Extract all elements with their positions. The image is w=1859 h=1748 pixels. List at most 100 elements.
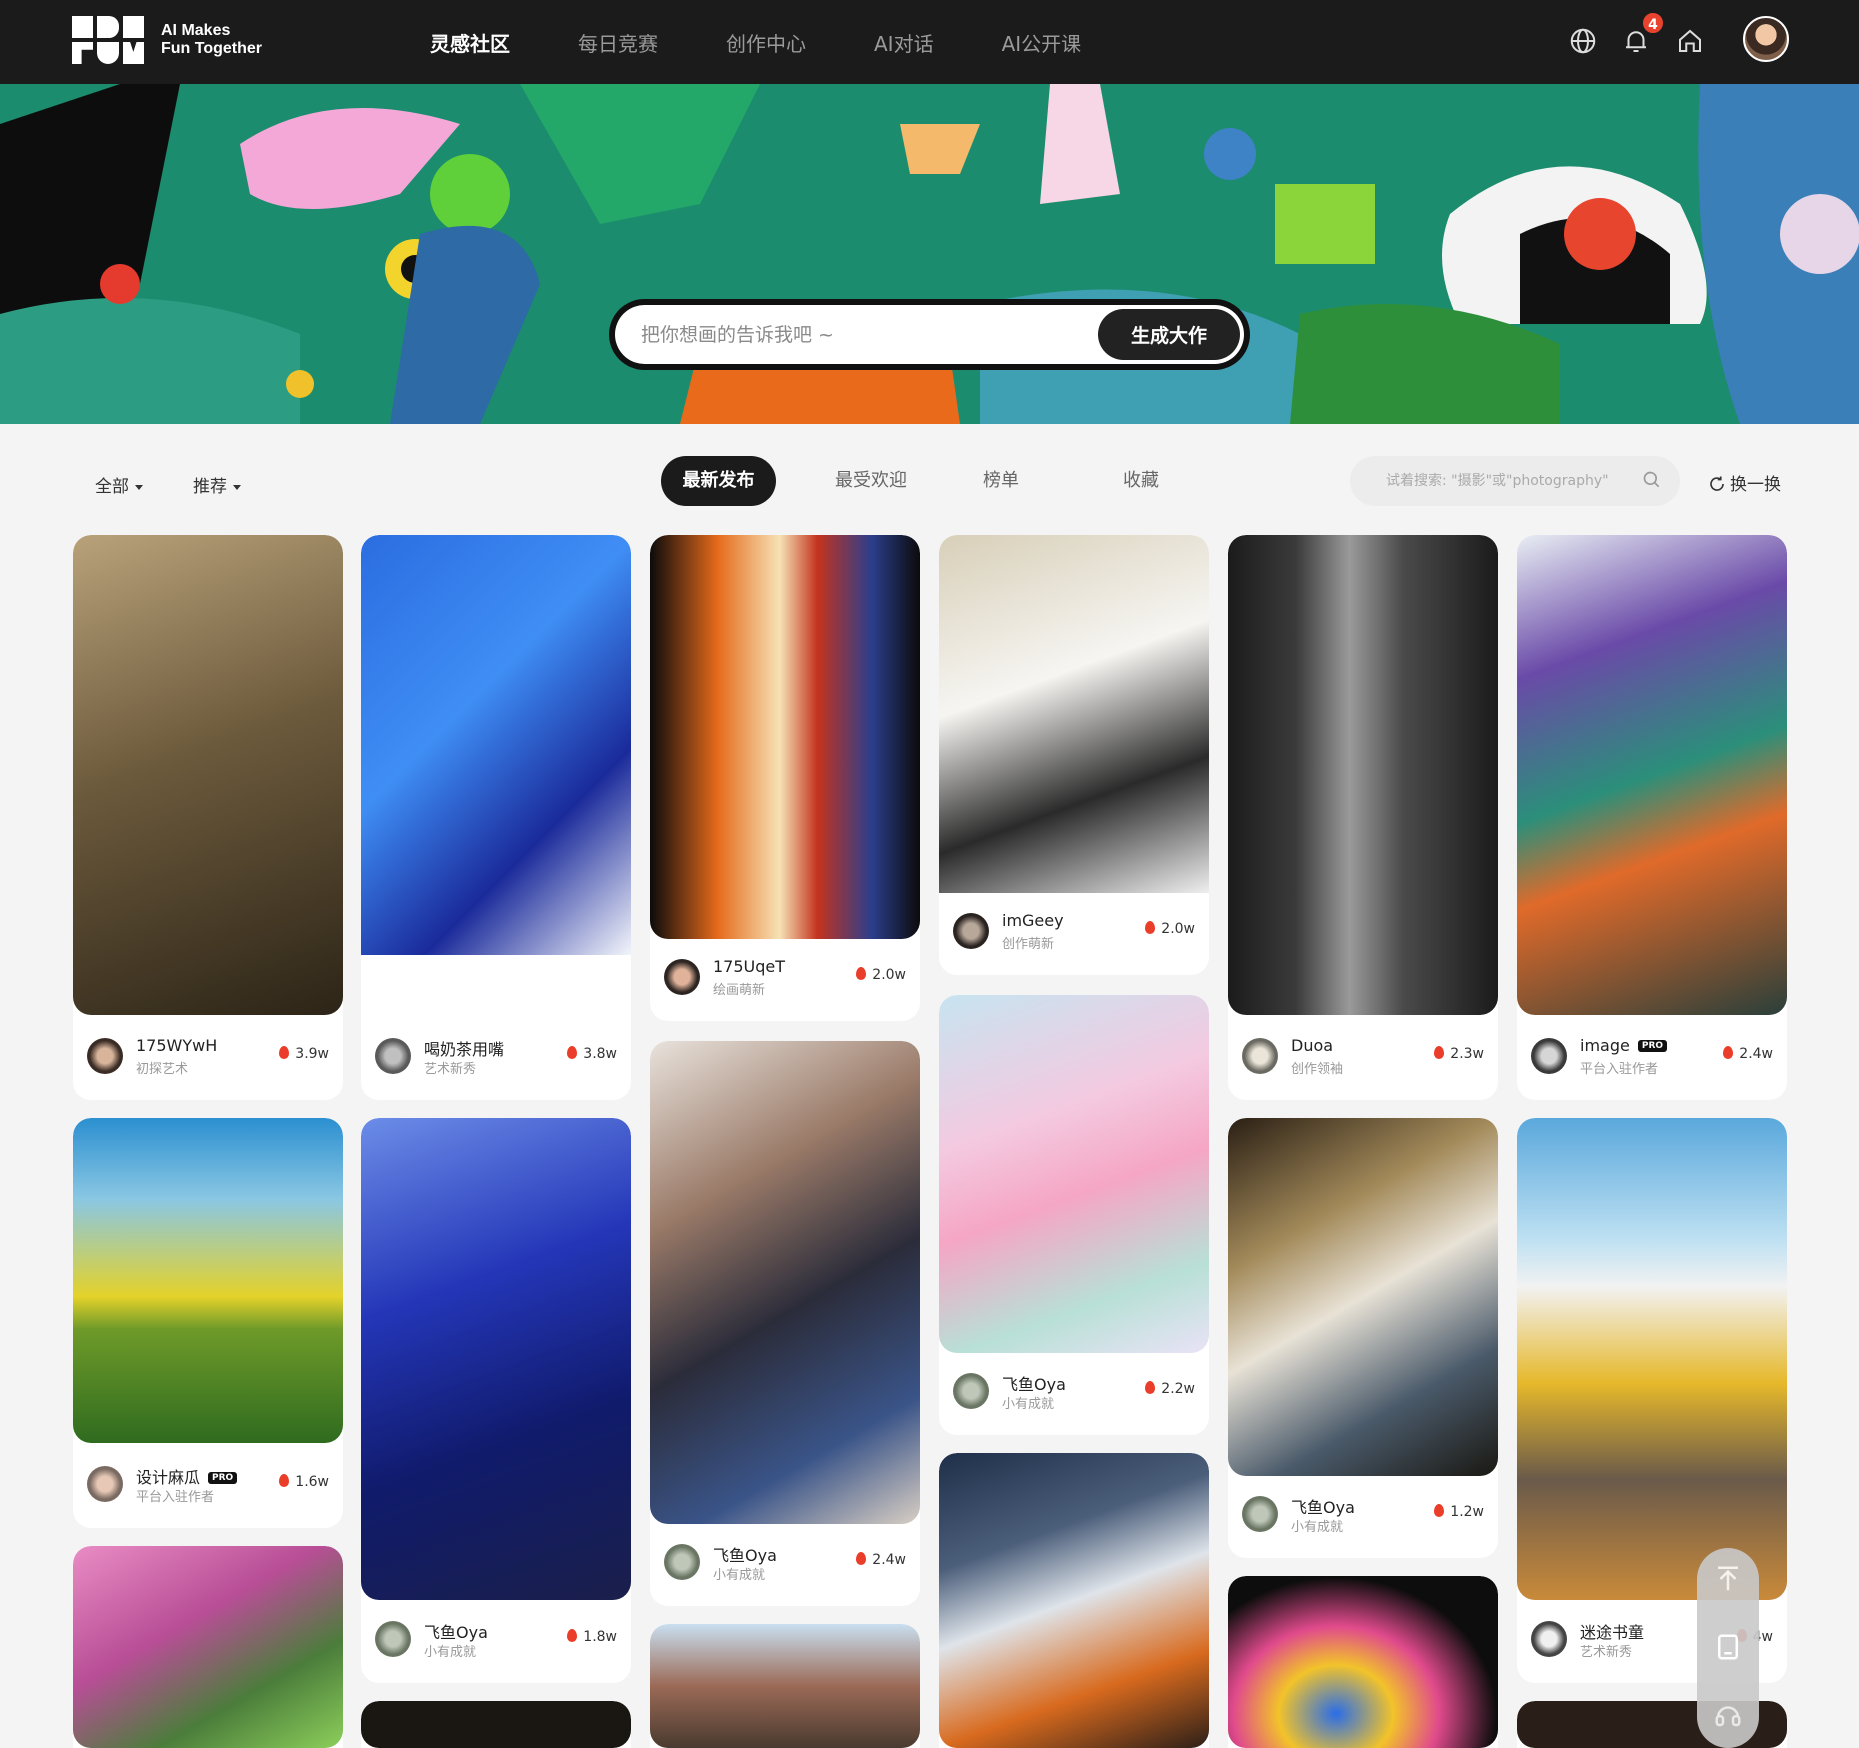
author-name[interactable]: Duoa [1291,1036,1333,1055]
artwork-card[interactable]: 喝奶茶用嘴 艺术新秀 3.8w [361,535,631,1100]
category-dropdown[interactable]: 全部 [95,472,143,497]
prompt-input[interactable] [641,315,1081,355]
refresh-button[interactable]: 换一换 [1708,470,1781,495]
heat-count: 2.4w [1723,1046,1773,1062]
author-name[interactable]: 飞鱼Oya [713,1542,777,1566]
author-avatar[interactable] [87,1466,123,1502]
nav-daily-contest[interactable]: 每日竞赛 [578,28,658,57]
support-headset-icon[interactable] [1713,1700,1743,1730]
author-name[interactable]: 设计麻瓜 PRO [136,1464,238,1488]
back-to-top-icon[interactable] [1713,1564,1743,1594]
heat-count: 1.2w [1434,1504,1484,1520]
artwork-image[interactable] [1228,1576,1498,1748]
logo-mark[interactable] [72,16,144,64]
heat-count: 3.8w [567,1046,617,1062]
artwork-image[interactable] [73,535,343,1015]
card-meta: imGeey 创作萌新 2.0w [939,889,1209,975]
sort-dropdown[interactable]: 推荐 [193,472,241,497]
heat-count: 2.3w [1434,1046,1484,1062]
generate-button[interactable]: 生成大作 [1098,309,1240,360]
author-name[interactable]: 飞鱼Oya [424,1619,488,1643]
artwork-image[interactable] [650,1624,920,1748]
artwork-card[interactable]: 175UqeT 绘画萌新 2.0w [650,535,920,1021]
artwork-card[interactable] [650,1624,920,1748]
artwork-card[interactable]: 飞鱼Oya 小有成就 2.4w [650,1041,920,1606]
artwork-image[interactable] [1517,535,1787,1015]
author-avatar[interactable] [953,1373,989,1409]
logo-text[interactable]: AI Makes Fun Together [161,22,262,58]
fire-icon [1145,921,1156,934]
author-avatar[interactable] [953,913,989,949]
author-avatar[interactable] [375,1621,411,1657]
artwork-card[interactable]: imGeey 创作萌新 2.0w [939,535,1209,975]
artwork-image[interactable] [361,1701,631,1748]
search-icon[interactable] [1642,470,1662,490]
brand-line-1: AI Makes [161,22,231,39]
author-name[interactable]: 175WYwH [136,1036,217,1055]
heat-count-value: 3.8w [583,1046,617,1062]
author-avatar[interactable] [664,959,700,995]
artwork-image[interactable] [939,995,1209,1353]
artwork-image[interactable] [1517,1118,1787,1600]
top-navbar: AI Makes Fun Together 灵感社区 每日竞赛 创作中心 AI对… [0,0,1859,84]
artwork-card[interactable] [361,1701,631,1748]
author-name[interactable]: 喝奶茶用嘴 [424,1036,504,1060]
artwork-card[interactable] [1228,1576,1498,1748]
nav-inspiration[interactable]: 灵感社区 [430,28,510,57]
artwork-card[interactable]: 飞鱼Oya 小有成就 2.2w [939,995,1209,1435]
author-level: 小有成就 [424,1645,477,1660]
artwork-image[interactable] [73,1118,343,1443]
artwork-card[interactable]: 设计麻瓜 PRO 平台入驻作者 1.6w [73,1118,343,1528]
author-avatar[interactable] [1531,1621,1567,1657]
tab-popular[interactable]: 最受欢迎 [821,456,921,506]
artwork-image[interactable] [939,535,1209,893]
nav-creation-center[interactable]: 创作中心 [726,28,806,57]
artwork-image[interactable] [73,1546,343,1748]
heat-count: 1.6w [279,1474,329,1490]
tab-ranking[interactable]: 榜单 [961,456,1041,506]
nav-ai-chat[interactable]: AI对话 [874,28,934,57]
fire-icon [1434,1504,1445,1517]
feedback-icon[interactable] [1713,1632,1743,1662]
author-name[interactable]: 飞鱼Oya [1002,1371,1066,1395]
feed-search-input[interactable] [1386,468,1636,494]
pro-badge: PRO [208,1472,238,1484]
author-avatar[interactable] [1531,1038,1567,1074]
artwork-image[interactable] [1228,1118,1498,1476]
nav-ai-course[interactable]: AI公开课 [1002,28,1082,57]
heat-count-value: 1.2w [1450,1504,1484,1520]
artwork-image[interactable] [1228,535,1498,1015]
artwork-card[interactable]: image PRO 平台入驻作者 2.4w [1517,535,1787,1100]
artwork-card[interactable]: 飞鱼Oya 小有成就 1.2w [1228,1118,1498,1558]
author-level: 平台入驻作者 [136,1490,215,1505]
artwork-image[interactable] [361,535,631,955]
author-name[interactable]: imGeey [1002,911,1064,930]
author-name[interactable]: 迷途书童 [1580,1619,1644,1643]
tab-favorites[interactable]: 收藏 [1101,456,1181,506]
artwork-image[interactable] [650,535,920,939]
author-avatar[interactable] [664,1544,700,1580]
artwork-card[interactable]: 飞鱼Oya 小有成就 1.8w [361,1118,631,1683]
card-meta: 175UqeT 绘画萌新 2.0w [650,935,920,1021]
author-avatar[interactable] [1242,1496,1278,1532]
artwork-card[interactable] [939,1453,1209,1748]
home-icon[interactable] [1675,26,1705,56]
author-name[interactable]: 175UqeT [713,957,785,976]
author-avatar[interactable] [1242,1038,1278,1074]
artwork-card[interactable]: 175WYwH 初探艺术 3.9w [73,535,343,1100]
tab-latest[interactable]: 最新发布 [661,456,776,506]
user-avatar[interactable] [1743,16,1789,62]
artwork-image[interactable] [650,1041,920,1524]
fire-icon [1434,1046,1445,1059]
author-name[interactable]: 飞鱼Oya [1291,1494,1355,1518]
artwork-card[interactable] [73,1546,343,1748]
artwork-image[interactable] [939,1453,1209,1748]
notification-badge: 4 [1641,11,1665,35]
artwork-card[interactable]: Duoa 创作领袖 2.3w [1228,535,1498,1100]
author-name[interactable]: image PRO [1580,1036,1668,1055]
author-avatar[interactable] [87,1038,123,1074]
globe-icon[interactable] [1568,26,1598,56]
artwork-image[interactable] [361,1118,631,1600]
author-avatar[interactable] [375,1038,411,1074]
fire-icon [567,1046,578,1059]
